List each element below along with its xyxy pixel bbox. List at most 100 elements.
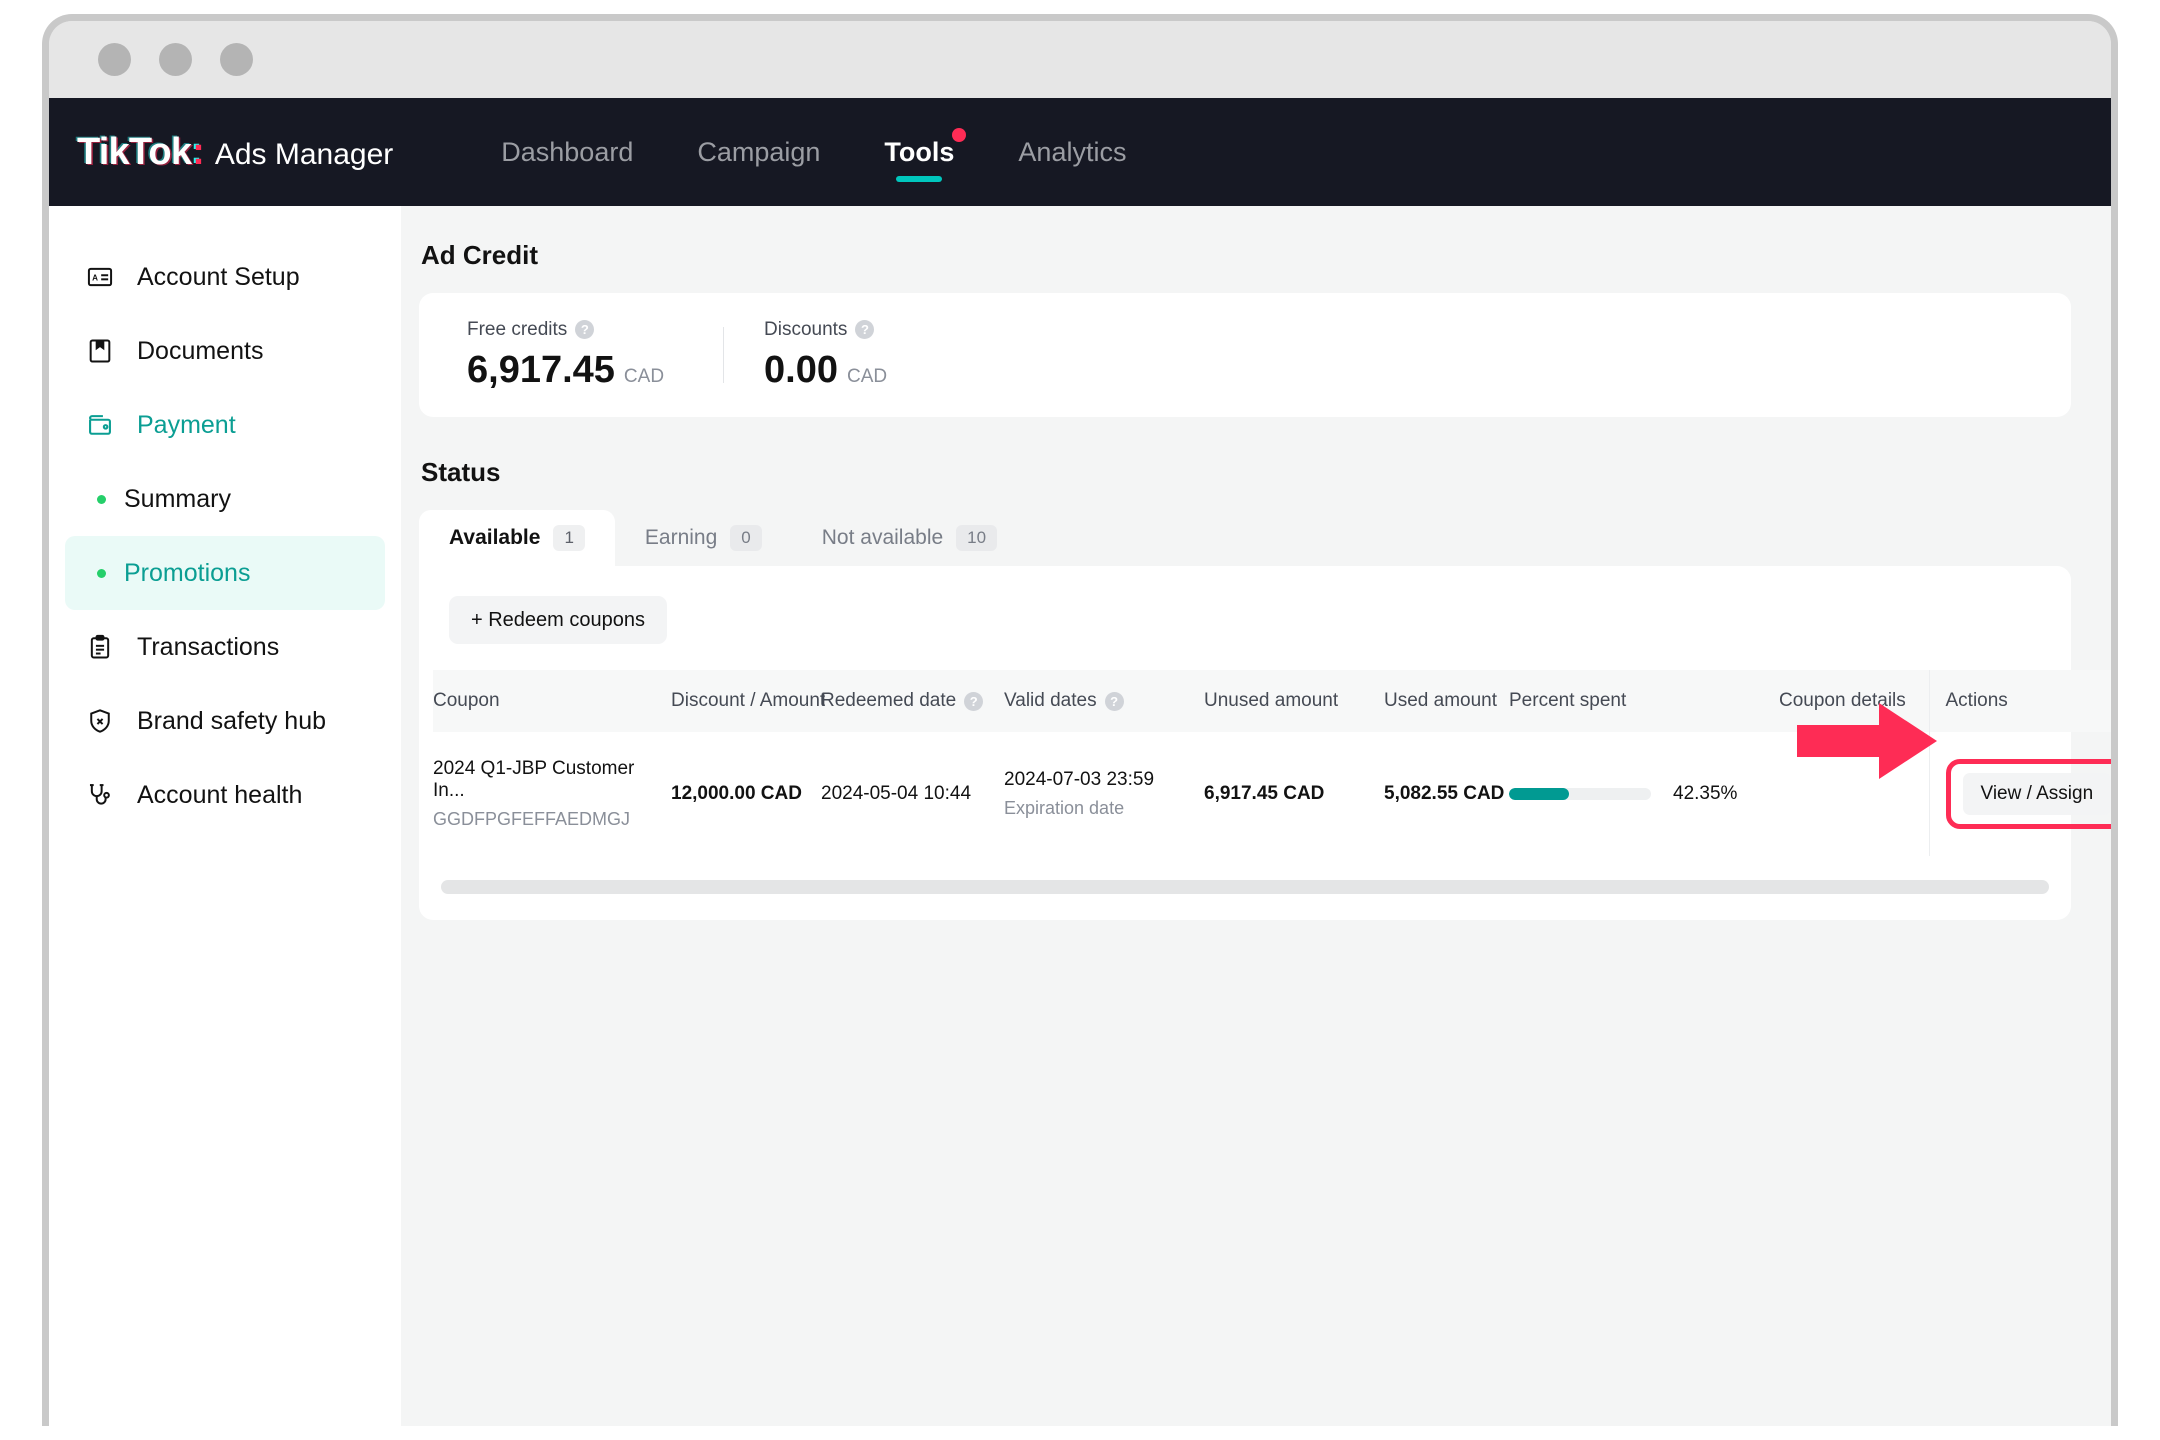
nav-item-campaign[interactable]: Campaign bbox=[665, 98, 852, 206]
column-header-actions[interactable]: Actions bbox=[1928, 670, 2111, 732]
bullet-icon bbox=[97, 568, 106, 578]
app-body: A Account Setup Documents Payment Summar… bbox=[49, 206, 2111, 1426]
table-horizontal-scrollbar[interactable] bbox=[441, 880, 2049, 894]
column-header-discount-amount[interactable]: Discount / Amount bbox=[671, 670, 825, 732]
help-icon[interactable]: ? bbox=[575, 320, 595, 339]
clipboard-icon bbox=[85, 632, 115, 662]
sidebar-item-label: Payment bbox=[137, 410, 236, 439]
nav-items: Dashboard Campaign Tools Analytics bbox=[469, 98, 1158, 206]
column-label: Coupon bbox=[433, 690, 500, 711]
discounts-block: Discounts ? 0.00 CAD bbox=[764, 319, 1020, 392]
table-row[interactable]: 2024 Q1-JBP Customer In... GGDFPGFEFFAED… bbox=[433, 732, 2111, 856]
nav-item-dashboard[interactable]: Dashboard bbox=[469, 98, 665, 206]
column-label: Unused amount bbox=[1204, 690, 1339, 711]
column-header-percent-spent[interactable]: Percent spent bbox=[1509, 670, 1779, 732]
sidebar-item-summary[interactable]: Summary bbox=[65, 462, 385, 536]
brand-logo[interactable]: TikTok: Ads Manager bbox=[77, 131, 393, 174]
sidebar-item-label: Documents bbox=[137, 336, 264, 365]
window-maximize-button[interactable] bbox=[220, 43, 253, 76]
nav-item-analytics[interactable]: Analytics bbox=[986, 98, 1158, 206]
nav-item-label: Analytics bbox=[1018, 136, 1127, 167]
valid-date-caption: Expiration date bbox=[1004, 798, 1125, 818]
brand-product-label: Ads Manager bbox=[214, 137, 394, 171]
column-label: Coupon details bbox=[1779, 690, 1906, 711]
sidebar-item-label: Brand safety hub bbox=[137, 706, 327, 735]
coupon-name: 2024 Q1-JBP Customer In... bbox=[433, 758, 635, 801]
help-icon[interactable]: ? bbox=[964, 691, 984, 711]
shield-x-icon bbox=[85, 706, 115, 736]
window-titlebar bbox=[49, 21, 2111, 98]
free-credits-value-row: 6,917.45 CAD bbox=[467, 349, 723, 392]
sidebar-item-documents[interactable]: Documents bbox=[49, 314, 401, 388]
tab-earning[interactable]: Earning 0 bbox=[615, 510, 792, 566]
valid-date-value: 2024-07-03 23:59 bbox=[1004, 769, 1155, 790]
sidebar: A Account Setup Documents Payment Summar… bbox=[49, 206, 401, 1426]
column-header-unused-amount[interactable]: Unused amount bbox=[1204, 670, 1384, 732]
coupons-table: Coupon Discount / Amount Redeemed date? … bbox=[433, 670, 2111, 856]
sidebar-item-label: Summary bbox=[124, 484, 231, 513]
sidebar-item-payment[interactable]: Payment bbox=[49, 388, 401, 462]
sidebar-item-account-setup[interactable]: A Account Setup bbox=[49, 240, 401, 314]
column-header-used-amount[interactable]: Used amount bbox=[1384, 670, 1509, 732]
coupons-table-card: + Redeem coupons Coupon Discount / Amoun… bbox=[419, 566, 2111, 920]
tab-available[interactable]: Available 1 bbox=[419, 510, 615, 566]
cell-valid-dates: 2024-07-03 23:59 Expiration date bbox=[1004, 732, 1204, 856]
main-content: Ad Credit Free credits ? 6,917.45 CAD Di… bbox=[401, 206, 2111, 1426]
sidebar-item-account-health[interactable]: Account health bbox=[49, 758, 401, 832]
percent-spent-value: 42.35% bbox=[1673, 783, 1738, 804]
discounts-label: Discounts bbox=[764, 318, 848, 340]
credit-divider bbox=[723, 327, 724, 383]
ad-credit-title: Ad Credit bbox=[421, 240, 538, 270]
free-credits-label: Free credits bbox=[467, 318, 568, 340]
coupon-code: GGDFPGFEFFAEDMGJ bbox=[433, 809, 631, 829]
window-close-button[interactable] bbox=[98, 43, 131, 76]
assign-button-highlight-box: View / Assign bbox=[1945, 759, 2111, 829]
cell-coupon-details bbox=[1779, 732, 1929, 856]
percent-spent-progress-bar bbox=[1509, 788, 1651, 800]
sidebar-item-label: Transactions bbox=[137, 632, 280, 661]
tab-label: Available bbox=[449, 526, 541, 549]
status-tabs: Available 1 Earning 0 Not available 10 bbox=[419, 510, 2071, 566]
brand-name: TikTok bbox=[77, 130, 192, 173]
tab-label: Not available bbox=[821, 526, 944, 549]
sidebar-item-promotions[interactable]: Promotions bbox=[65, 536, 385, 610]
tab-label: Earning bbox=[644, 526, 718, 549]
sidebar-item-label: Account health bbox=[137, 780, 303, 809]
free-credits-label-row: Free credits ? bbox=[467, 319, 723, 341]
cell-actions: View / Assign bbox=[1928, 732, 2111, 856]
cell-unused-amount: 6,917.45 CAD bbox=[1204, 783, 1325, 804]
view-assign-button[interactable]: View / Assign bbox=[1962, 773, 2111, 815]
sidebar-item-brand-safety-hub[interactable]: Brand safety hub bbox=[49, 684, 401, 758]
window-minimize-button[interactable] bbox=[159, 43, 192, 76]
help-icon[interactable]: ? bbox=[855, 320, 875, 339]
tab-not-available[interactable]: Not available 10 bbox=[792, 510, 1027, 566]
redeem-coupons-button[interactable]: + Redeem coupons bbox=[449, 596, 668, 644]
stethoscope-icon bbox=[85, 780, 115, 810]
svg-text:A: A bbox=[92, 274, 98, 283]
help-icon[interactable]: ? bbox=[1104, 691, 1124, 711]
id-card-icon: A bbox=[85, 262, 115, 292]
cell-coupon: 2024 Q1-JBP Customer In... GGDFPGFEFFAED… bbox=[433, 732, 671, 856]
status-title: Status bbox=[421, 457, 501, 487]
sidebar-item-label: Account Setup bbox=[137, 262, 300, 291]
free-credits-currency: CAD bbox=[623, 365, 665, 387]
nav-item-label: Dashboard bbox=[501, 136, 634, 167]
free-credits-value: 6,917.45 bbox=[467, 348, 615, 391]
column-label: Discount / Amount bbox=[671, 690, 826, 711]
tab-count-badge: 0 bbox=[730, 525, 762, 551]
table-header-row: Coupon Discount / Amount Redeemed date? … bbox=[433, 670, 2111, 732]
discounts-value: 0.00 bbox=[764, 348, 838, 391]
column-label: Actions bbox=[1945, 690, 2008, 711]
column-header-redeemed-date[interactable]: Redeemed date? bbox=[821, 670, 1004, 732]
sidebar-item-label: Promotions bbox=[124, 558, 251, 587]
table-head: Coupon Discount / Amount Redeemed date? … bbox=[433, 670, 2111, 732]
sidebar-item-transactions[interactable]: Transactions bbox=[49, 610, 401, 684]
cell-used-amount: 5,082.55 CAD bbox=[1384, 783, 1505, 804]
nav-item-tools[interactable]: Tools bbox=[852, 98, 986, 206]
column-header-coupon-details[interactable]: Coupon details bbox=[1779, 670, 1929, 732]
column-label: Percent spent bbox=[1509, 690, 1627, 711]
scrollbar-thumb[interactable] bbox=[441, 880, 2049, 894]
discounts-currency: CAD bbox=[846, 365, 888, 387]
column-header-coupon[interactable]: Coupon bbox=[433, 670, 671, 732]
column-header-valid-dates[interactable]: Valid dates? bbox=[1004, 670, 1204, 732]
